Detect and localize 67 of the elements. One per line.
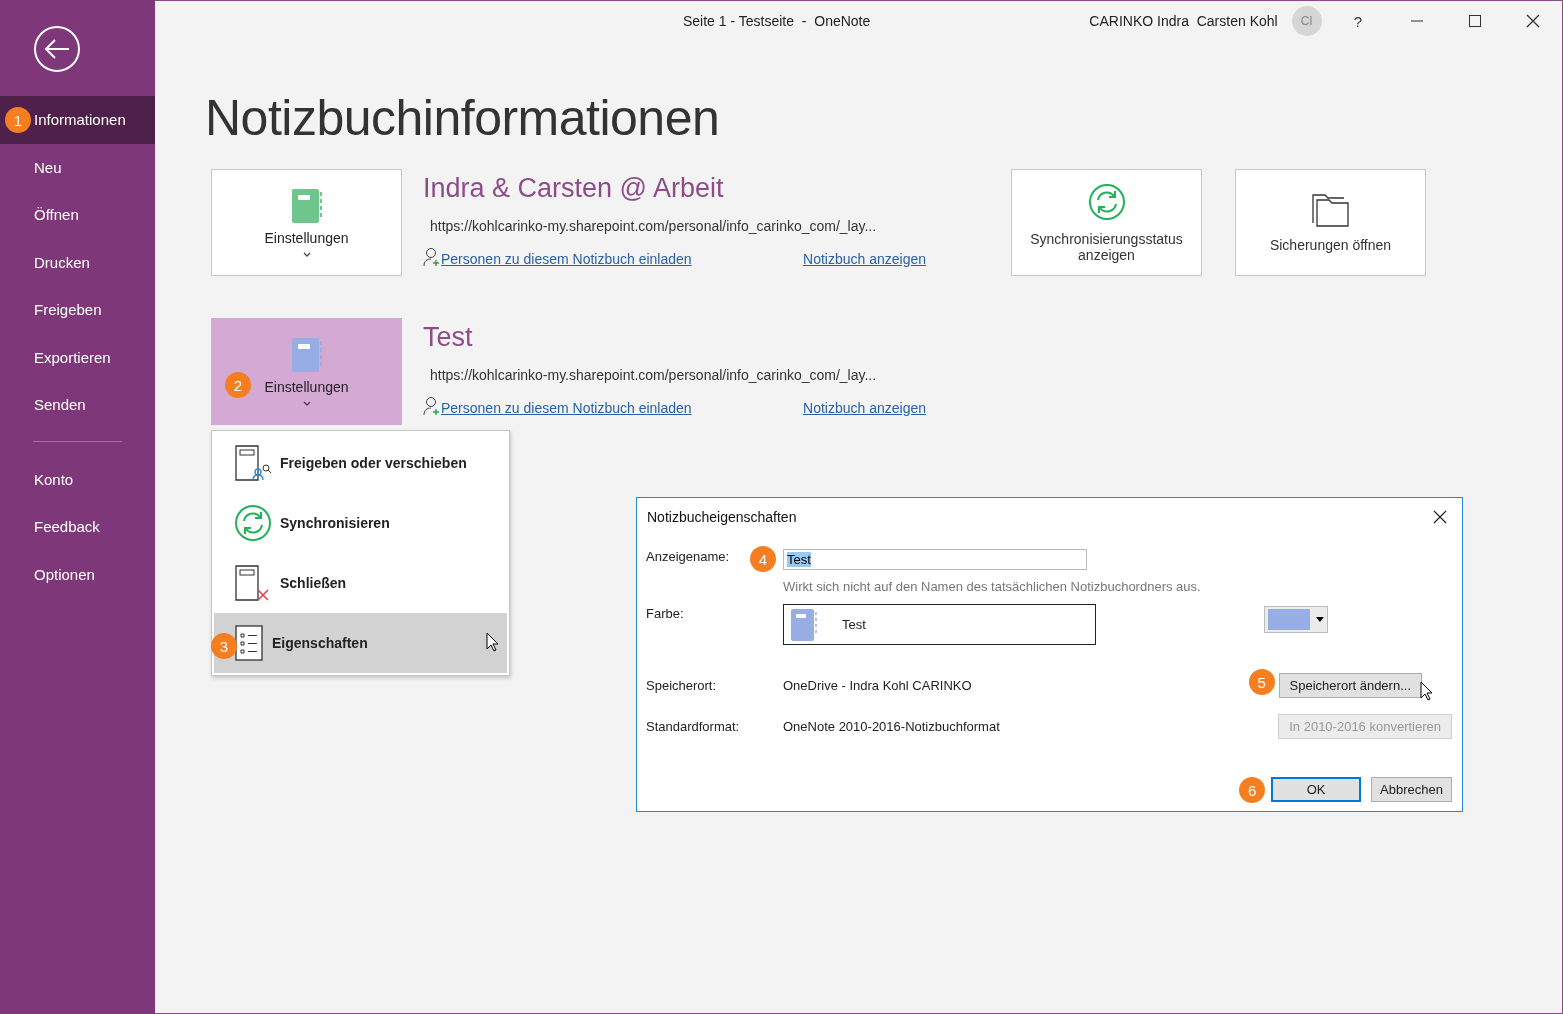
- field-hint: Wirkt sich nicht auf den Namen des tatsächlichen Notizbuchordners aus.: [783, 579, 1202, 594]
- field-label: Standardformat:: [646, 719, 740, 734]
- show-notebook-link[interactable]: Notizbuch anzeigen: [803, 251, 926, 267]
- help-button[interactable]: ?: [1353, 12, 1362, 30]
- notebook-settings-button[interactable]: 2 Einstellungen: [211, 318, 402, 425]
- sidebar-item[interactable]: Konto: [0, 455, 155, 503]
- change-location-button[interactable]: Speicherort ändern...: [1278, 673, 1422, 698]
- sidebar-item[interactable]: Senden: [0, 381, 155, 429]
- notebook-settings-button[interactable]: Einstellungen: [211, 169, 402, 276]
- ok-button[interactable]: OK: [1271, 777, 1362, 802]
- display-name-field[interactable]: Test: [783, 549, 1087, 570]
- share-notebook-icon: [234, 444, 272, 482]
- open-backups-button[interactable]: Sicherungen öffnen: [1235, 169, 1426, 276]
- invite-people-link[interactable]: Personen zu diesem Notizbuch einladen: [441, 251, 692, 267]
- notebook-name: Test: [423, 322, 474, 353]
- step-badge: 3: [211, 633, 237, 659]
- sidebar-item[interactable]: Freigeben: [0, 286, 155, 334]
- notebook-url: https://kohlcarinko-my.sharepoint.com/personal/info_carinko_com/_lay...: [430, 218, 878, 234]
- sync-icon: [234, 504, 272, 542]
- dropdown-arrow-icon: [1316, 617, 1324, 622]
- step-badge: 1: [5, 107, 31, 133]
- chevron-down-icon: [301, 251, 312, 258]
- chevron-down-icon: [301, 400, 312, 407]
- sidebar-item[interactable]: Drucken: [0, 238, 155, 286]
- sidebar-item[interactable]: 1 Informationen: [0, 96, 155, 144]
- format-value: OneNote 2010-2016-Notizbuchformat: [783, 719, 1000, 734]
- cancel-button[interactable]: Abbrechen: [1371, 777, 1452, 802]
- sidebar-item[interactable]: Neu: [0, 143, 155, 191]
- step-badge: 5: [1248, 669, 1275, 695]
- notebook-name: Indra & Carsten @ Arbeit: [423, 173, 725, 204]
- dialog-title: Notizbucheigenschaften: [647, 509, 797, 525]
- menu-item[interactable]: Synchronisieren: [214, 493, 507, 553]
- close-notebook-icon: [234, 564, 272, 602]
- field-label: Speicherort:: [646, 678, 717, 693]
- user-name: CARINKO Indra Carsten Kohl: [1089, 13, 1278, 29]
- page-heading: Notizbuchinformationen: [205, 89, 721, 148]
- step-badge: 2: [225, 372, 251, 398]
- sidebar-item[interactable]: Exportieren: [0, 333, 155, 381]
- add-person-icon: [423, 247, 441, 267]
- menu-item[interactable]: Freigeben oder verschieben: [214, 433, 507, 493]
- sync-icon: [1087, 182, 1126, 221]
- sync-status-button[interactable]: Synchronisierungsstatus anzeigen: [1011, 169, 1202, 276]
- add-person-icon: [423, 396, 441, 416]
- sidebar-item[interactable]: Öffnen: [0, 191, 155, 239]
- window-title: Seite 1 - Testseite - OneNote: [683, 13, 871, 29]
- step-badge: 4: [750, 546, 776, 572]
- invite-people-link[interactable]: Personen zu diesem Notizbuch einladen: [441, 400, 692, 416]
- field-label: Farbe:: [646, 606, 684, 621]
- location-value: OneDrive - Indra Kohl CARINKO: [783, 678, 972, 693]
- folder-icon: [1311, 192, 1350, 227]
- maximize-icon[interactable]: [1468, 14, 1482, 28]
- menu-item[interactable]: Schließen: [214, 553, 507, 613]
- close-icon[interactable]: [1433, 510, 1447, 524]
- color-picker[interactable]: [1264, 606, 1328, 633]
- mouse-cursor-icon: [1420, 681, 1433, 701]
- sidebar-item[interactable]: Optionen: [0, 550, 155, 598]
- mouse-cursor-icon: [486, 632, 499, 652]
- sidebar-item[interactable]: Feedback: [0, 503, 155, 551]
- field-label: Anzeigename:: [646, 549, 730, 564]
- show-notebook-link[interactable]: Notizbuch anzeigen: [803, 400, 926, 416]
- notebook-url: https://kohlcarinko-my.sharepoint.com/personal/info_carinko_com/_lay...: [430, 367, 878, 383]
- notebook-icon: [790, 607, 818, 642]
- color-preview: Test: [783, 604, 1096, 645]
- menu-item[interactable]: 3 Eigenschaften: [214, 613, 507, 673]
- properties-list-icon: [234, 624, 264, 662]
- step-badge: 6: [1239, 777, 1266, 803]
- close-icon[interactable]: [1526, 14, 1540, 28]
